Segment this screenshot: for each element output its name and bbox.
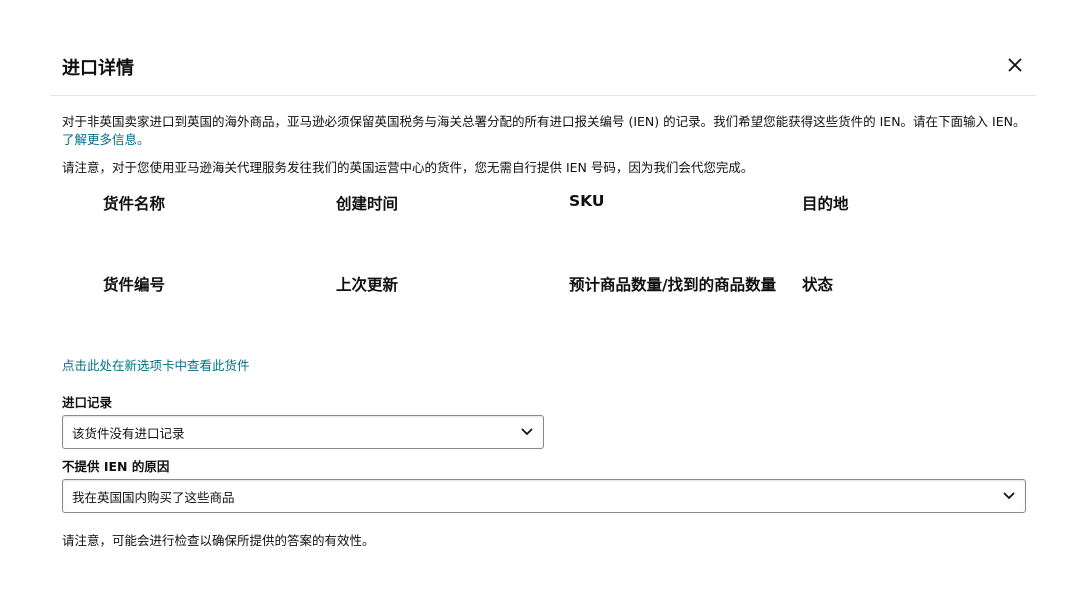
import-record-label: 进口记录	[62, 395, 113, 410]
no-ien-reason-value: 我在英国国内购买了这些商品	[72, 489, 235, 505]
intro-text: 对于非英国卖家进口到英国的海外商品，亚马逊必须保留英国税务与海关总署分配的所有进…	[62, 114, 1026, 129]
customs-note: 请注意，对于您使用亚马逊海关代理服务发往我们的英国运营中心的货件，您无需自行提供…	[62, 160, 754, 175]
chevron-down-icon	[1003, 492, 1015, 500]
label-shipment-name: 货件名称	[103, 195, 166, 213]
import-details-modal: 进口详情 对于非英国卖家进口到英国的海外商品，亚马逊必须保留英国税务与海关总署分…	[0, 0, 1080, 607]
label-sku: SKU	[569, 192, 605, 210]
label-shipment-id: 货件编号	[103, 276, 166, 294]
label-destination: 目的地	[802, 195, 849, 213]
label-units-expected-located: 预计商品数量/找到的商品数量	[569, 276, 777, 294]
close-icon	[1008, 58, 1022, 72]
close-button[interactable]	[1002, 52, 1028, 78]
modal-title: 进口详情	[62, 58, 134, 79]
intro-paragraph: 对于非英国卖家进口到英国的海外商品，亚马逊必须保留英国税务与海关总署分配的所有进…	[62, 113, 1032, 149]
header-divider	[50, 95, 1036, 96]
label-last-updated: 上次更新	[336, 276, 399, 294]
validation-note: 请注意，可能会进行检查以确保所提供的答案的有效性。	[62, 533, 375, 548]
view-shipment-link[interactable]: 点击此处在新选项卡中查看此货件	[62, 355, 250, 374]
learn-more-link[interactable]: 了解更多信息。	[62, 132, 150, 147]
no-ien-reason-label: 不提供 IEN 的原因	[62, 459, 170, 474]
chevron-down-icon	[521, 428, 533, 436]
import-record-value: 该货件没有进口记录	[72, 425, 185, 441]
label-created-time: 创建时间	[336, 195, 399, 213]
no-ien-reason-select[interactable]: 我在英国国内购买了这些商品	[62, 479, 1026, 513]
import-record-select[interactable]: 该货件没有进口记录	[62, 415, 544, 449]
label-status: 状态	[802, 276, 834, 294]
